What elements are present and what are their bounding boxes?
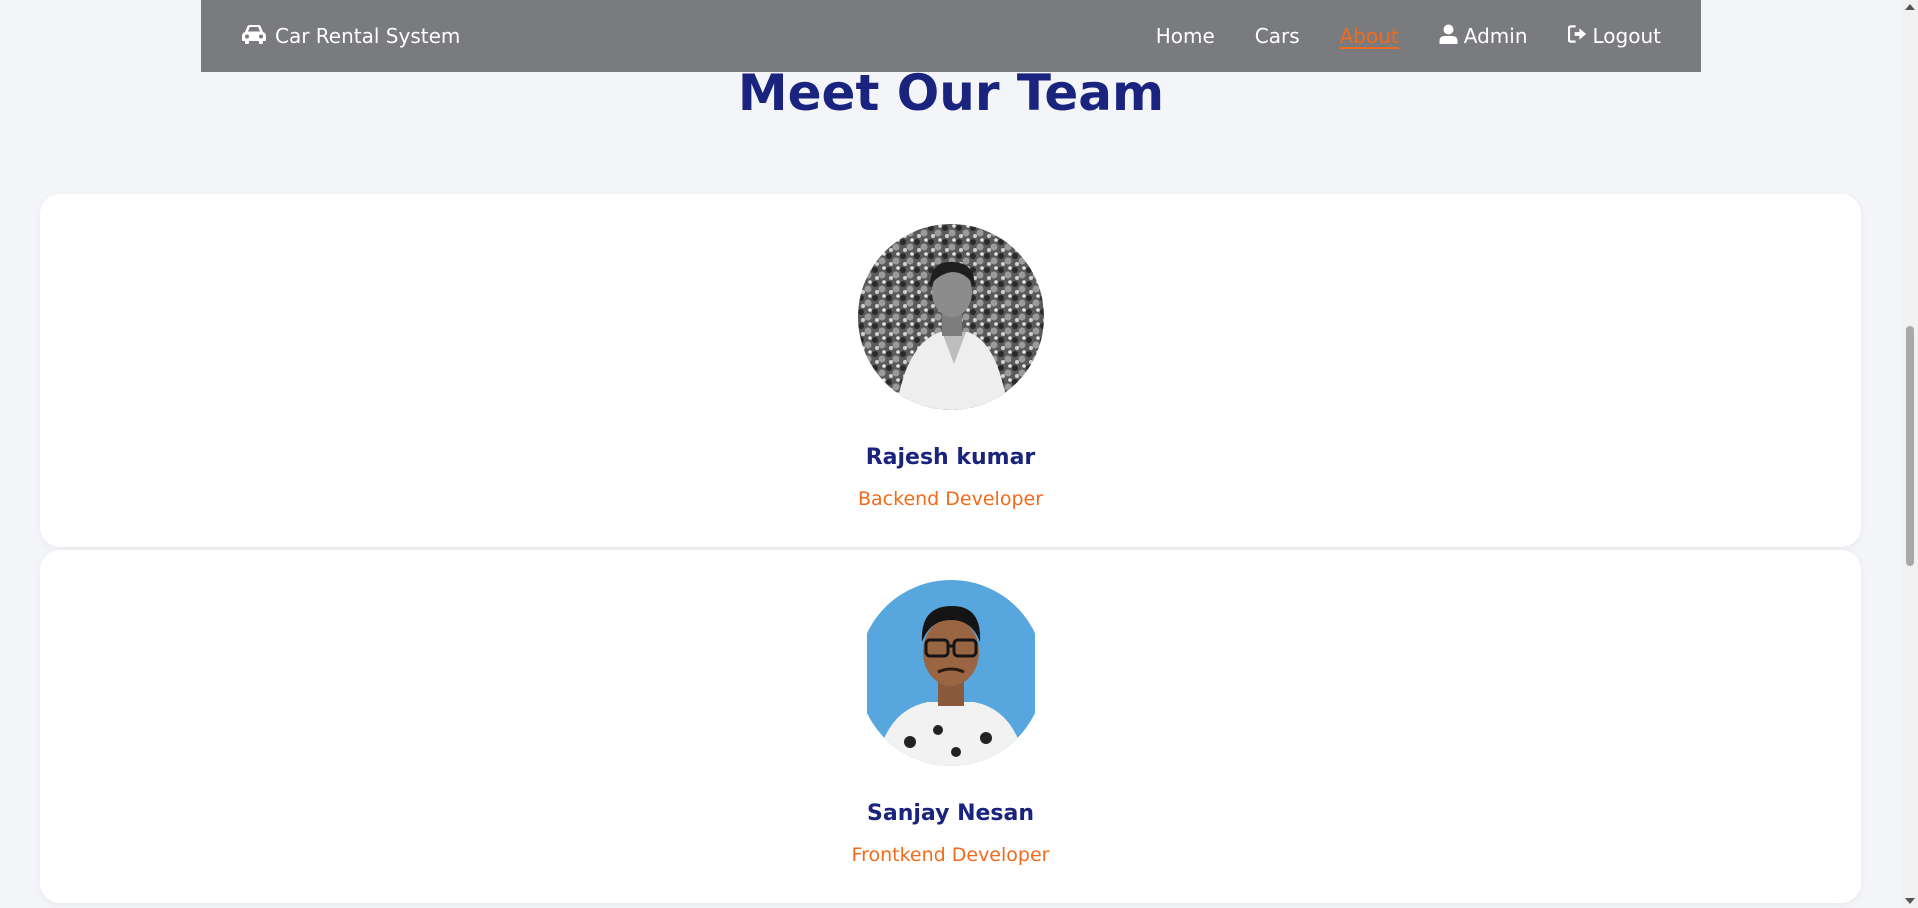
- nav-link-cars[interactable]: Cars: [1255, 24, 1300, 48]
- member-name: Sanjay Nesan: [867, 801, 1034, 826]
- nav-link-home[interactable]: Home: [1156, 24, 1215, 48]
- car-icon: [241, 23, 267, 50]
- logout-icon: [1567, 24, 1587, 49]
- scrollbar[interactable]: [1902, 0, 1918, 908]
- navbar: Car Rental System Home Cars About Admin: [201, 0, 1701, 72]
- avatar: [857, 224, 1044, 410]
- team-member-card: Sanjay Nesan Frontkend Developer: [40, 550, 1861, 903]
- scroll-up-arrow[interactable]: [1905, 4, 1915, 10]
- nav-link-logout[interactable]: Logout: [1567, 24, 1661, 49]
- nav-link-admin[interactable]: Admin: [1439, 24, 1528, 49]
- page: Car Rental System Home Cars About Admin: [0, 0, 1918, 908]
- page-title: Meet Our Team: [737, 64, 1165, 122]
- nav-link-admin-label: Admin: [1463, 24, 1528, 48]
- member-role: Backend Developer: [858, 488, 1043, 510]
- avatar: [857, 580, 1044, 766]
- nav-link-logout-label: Logout: [1592, 24, 1661, 48]
- nav-link-about[interactable]: About: [1340, 24, 1399, 48]
- brand[interactable]: Car Rental System: [241, 23, 460, 50]
- scroll-thumb[interactable]: [1906, 326, 1914, 566]
- member-name: Rajesh kumar: [865, 445, 1036, 470]
- brand-label: Car Rental System: [275, 24, 461, 48]
- nav-links: Home Cars About Admin Logout: [1156, 24, 1661, 49]
- team-member-card: Rajesh kumar Backend Developer: [40, 194, 1861, 547]
- user-icon: [1439, 24, 1458, 49]
- scroll-down-arrow[interactable]: [1905, 898, 1915, 904]
- member-role: Frontkend Developer: [851, 844, 1050, 866]
